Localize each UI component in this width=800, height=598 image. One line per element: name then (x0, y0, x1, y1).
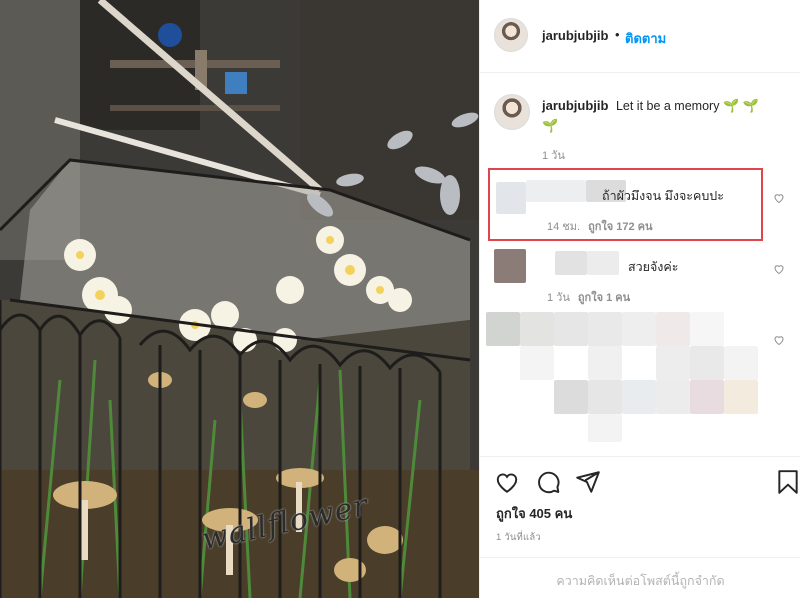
comment-timestamp[interactable]: 1 วัน (547, 292, 570, 304)
comment-like-icon[interactable] (773, 334, 785, 346)
post-timestamp[interactable]: 1 วันที่แล้ว (496, 530, 541, 545)
heart-icon[interactable] (494, 469, 520, 495)
blurred-username (587, 251, 619, 275)
sprout-emoji-icon: 🌱 (722, 98, 740, 113)
comment-like-count[interactable]: ถูกใจ 172 คน (588, 221, 652, 233)
like-count[interactable]: ถูกใจ 405 คน (496, 503, 572, 524)
comment-text: ถ้าผัวมึงจน มึงจะคบปะ (602, 189, 724, 203)
sprout-emoji-icon: 🌱 (542, 118, 559, 133)
blurred-comment-block (486, 312, 761, 444)
post-side-panel: jarubjubjib • ติดตาม jarubjubjib Let it … (479, 0, 800, 598)
author-username[interactable]: jarubjubjib (542, 28, 608, 43)
share-icon[interactable] (575, 469, 601, 495)
caption-timestamp[interactable]: 1 วัน (542, 146, 565, 164)
comment-meta: 1 วัน ถูกใจ 1 คน (547, 288, 630, 306)
comment-like-count[interactable]: ถูกใจ 1 คน (578, 292, 630, 304)
post-actions: ถูกใจ 405 คน 1 วันที่แล้ว ความคิดเห็นต่อ… (480, 456, 800, 598)
blurred-avatar (496, 182, 526, 214)
comment-timestamp[interactable]: 14 ชม. (547, 221, 580, 233)
caption-author-avatar[interactable] (494, 94, 530, 130)
post-header: jarubjubjib • ติดตาม (480, 0, 800, 73)
header-separator-dot: • (615, 27, 620, 42)
comment-like-icon[interactable] (773, 192, 785, 204)
comments-restricted-notice: ความคิดเห็นต่อโพสต์นี้ถูกจำกัด (480, 557, 800, 598)
comment-meta: 14 ชม. ถูกใจ 172 คน (547, 217, 653, 235)
comment-icon[interactable] (535, 469, 561, 495)
comment-text: สวยจังค่ะ (628, 260, 679, 274)
bookmark-icon[interactable] (775, 469, 800, 495)
caption-text-block: jarubjubjib Let it be a memory 🌱 🌱 🌱 (542, 96, 787, 136)
caption-author-username[interactable]: jarubjubjib (542, 98, 608, 113)
sprout-emoji-icon: 🌱 (742, 98, 759, 113)
post-photo[interactable]: wallflower (0, 0, 479, 598)
author-avatar[interactable] (494, 18, 528, 52)
blurred-username (526, 180, 586, 202)
blurred-username (555, 251, 587, 275)
caption-body: Let it be a memory (615, 99, 720, 113)
follow-button[interactable]: ติดตาม (625, 28, 666, 49)
comment-like-icon[interactable] (773, 263, 785, 275)
blurred-avatar (494, 249, 526, 283)
